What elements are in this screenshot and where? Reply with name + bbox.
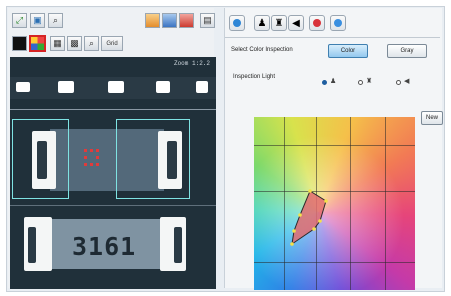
pattern-icon[interactable]: ▦ [50, 36, 65, 51]
trace-line [10, 205, 216, 206]
color-space-plot[interactable] [254, 117, 415, 290]
side-light-icon[interactable]: ◀ [288, 15, 304, 31]
coaxial-light-icon[interactable]: ♜ [271, 15, 287, 31]
light-radio-ring[interactable] [322, 80, 327, 85]
vertex-handle [292, 229, 296, 233]
blue-channel-icon[interactable] [330, 15, 346, 31]
checker-icon[interactable]: ▩ [67, 36, 82, 51]
vertex-handle [308, 189, 312, 193]
vertex-handle [318, 219, 322, 223]
marker-point [96, 156, 99, 159]
ring-light-icon: ♟ [330, 78, 337, 85]
lower-left-pad-inner [28, 227, 36, 263]
zoom-window-icon[interactable]: ⌕ [84, 36, 99, 51]
color-grid-icon[interactable] [29, 35, 46, 52]
fit-icon[interactable]: ⤢ [12, 13, 27, 28]
lower-right-pad-inner [174, 227, 182, 263]
zoom-icon[interactable]: ⌕ [48, 13, 63, 28]
red-channel-icon[interactable] [309, 15, 325, 31]
grid-button[interactable]: Grid [101, 36, 123, 51]
coaxial-light-icon: ♜ [366, 78, 373, 85]
marker-point [84, 156, 87, 159]
vertex-handle [312, 227, 316, 231]
new-button[interactable]: New [421, 111, 443, 125]
lower-right-pad [160, 217, 186, 271]
pcb-image-viewer[interactable]: Zoom 1:2.2 3161 [10, 57, 216, 289]
marker-point [90, 149, 93, 152]
side-light-icon: ◀ [404, 78, 410, 85]
roi-box-right[interactable] [116, 119, 190, 199]
trace-line [10, 109, 216, 110]
top-pad [108, 81, 124, 93]
marker-point [90, 163, 93, 166]
ring-light-icon[interactable]: ♟ [254, 15, 270, 31]
selection-region[interactable] [254, 117, 415, 290]
light-radio-side[interactable] [396, 80, 401, 85]
vertex-handle [290, 242, 294, 246]
color-selection-polygon [291, 190, 327, 246]
layer-blue-icon[interactable] [162, 13, 177, 28]
top-pad [196, 81, 208, 93]
marker-point [84, 149, 87, 152]
inspection-light-label: Inspection Light [233, 74, 276, 80]
black-square-icon[interactable] [12, 36, 27, 51]
top-pad [58, 81, 74, 93]
component-marking: 3161 [72, 232, 137, 261]
divider [225, 37, 440, 38]
save-icon[interactable]: ▤ [200, 13, 215, 28]
zoom-level-label: Zoom 1:2.2 [173, 60, 210, 67]
marker-point [96, 163, 99, 166]
vertex-handle [324, 199, 328, 203]
settings-icon[interactable] [229, 15, 245, 31]
gray-button[interactable]: Gray [387, 44, 427, 58]
top-pad [16, 82, 30, 92]
color-button[interactable]: Color [328, 44, 368, 58]
top-pad [156, 81, 170, 93]
layer-red-icon[interactable] [179, 13, 194, 28]
light-radio-coaxial[interactable] [358, 80, 363, 85]
image-icon[interactable]: ▣ [30, 13, 45, 28]
vertex-handle [298, 213, 302, 217]
marker-point [96, 149, 99, 152]
roi-box-left[interactable] [12, 119, 69, 199]
select-color-inspection-label: Select Color Inspection [231, 47, 293, 53]
marker-point [84, 163, 87, 166]
layer-orange-icon[interactable] [145, 13, 160, 28]
